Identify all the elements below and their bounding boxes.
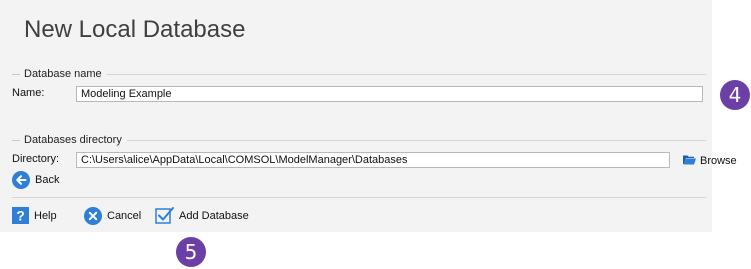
cancel-icon [84,207,102,225]
step-4-callout: 4 [720,80,750,110]
svg-text:?: ? [16,208,25,224]
database-name-legend-text: Database name [24,68,102,80]
legend-line [106,73,706,75]
legend-dash [12,139,20,141]
legend-dash [12,73,20,75]
cancel-button[interactable]: Cancel [84,207,141,225]
cancel-label: Cancel [107,210,142,222]
back-button[interactable]: Back [12,171,59,189]
footer-divider [12,197,706,198]
page-title: New Local Database [24,16,246,43]
directory-field[interactable] [76,152,670,168]
new-local-database-panel: New Local Database Database name Name: D… [0,0,737,232]
directory-label: Directory: [12,153,60,165]
help-label: Help [34,209,57,222]
databases-directory-group-legend: Databases directory [12,134,706,146]
legend-line [126,139,706,141]
add-database-label: Add Database [179,209,249,222]
name-field[interactable] [76,86,703,102]
add-database-checkbox-icon [155,206,174,225]
back-label: Back [35,174,60,186]
folder-icon [683,154,696,168]
back-arrow-icon [12,171,30,189]
help-icon: ? [12,207,29,224]
browse-label: Browse [700,155,737,167]
name-label: Name: [12,87,45,99]
add-database-button[interactable]: Add Database [155,206,249,225]
database-name-group-legend: Database name [12,68,706,80]
databases-directory-legend-text: Databases directory [24,134,122,146]
help-button[interactable]: ? Help [12,207,57,224]
step-5-callout: 5 [176,237,206,267]
browse-button[interactable]: Browse [683,154,737,168]
